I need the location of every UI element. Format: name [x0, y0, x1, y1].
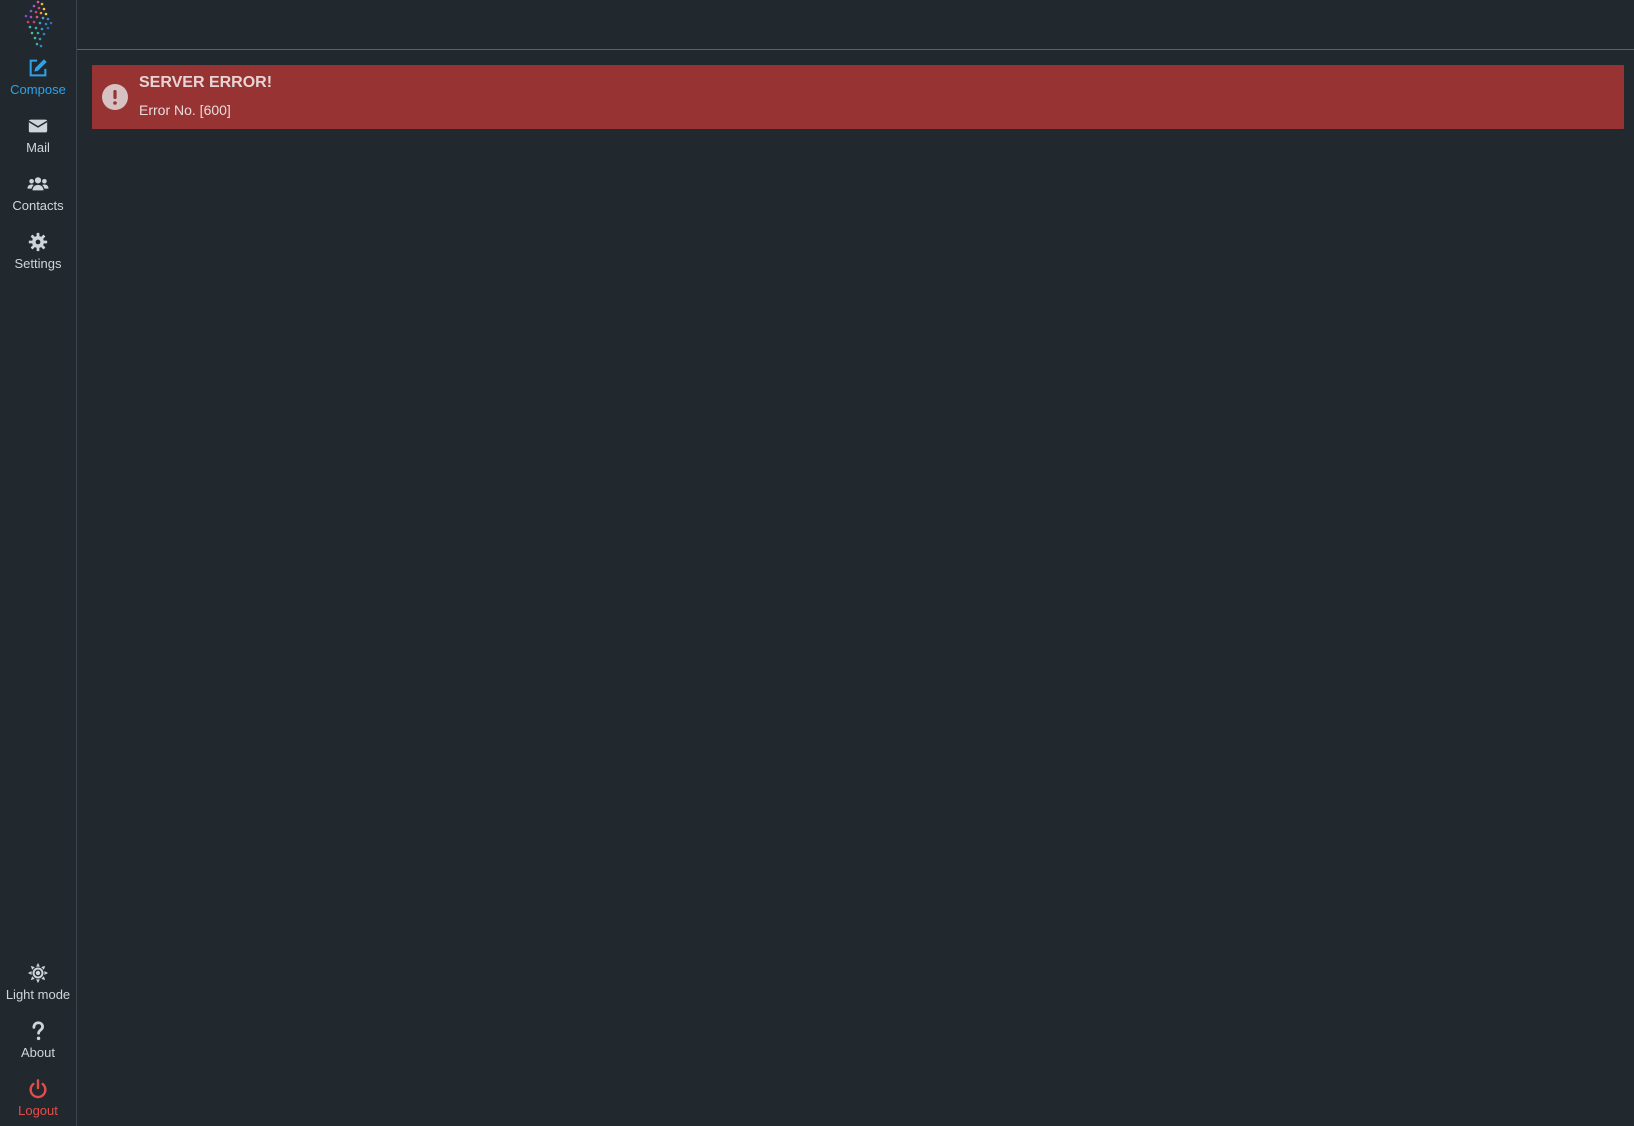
nav-logout-label: Logout: [18, 1103, 58, 1118]
nav-settings-label: Settings: [14, 256, 62, 271]
nav-compose-label: Compose: [10, 82, 66, 97]
nav-contacts[interactable]: Contacts: [0, 173, 76, 229]
edit-icon: [27, 57, 49, 79]
sidebar: Compose Mail Contacts Settings Light mod…: [0, 0, 77, 1126]
nav-light-mode-label: Light mode: [5, 987, 71, 1002]
nav-compose[interactable]: Compose: [0, 57, 76, 113]
nav-about[interactable]: About: [0, 1020, 76, 1076]
power-icon: [27, 1078, 49, 1100]
nav-contacts-label: Contacts: [12, 198, 64, 213]
nav-light-mode[interactable]: Light mode: [0, 962, 76, 1018]
exclamation-circle-icon: [102, 84, 128, 110]
top-bar: [77, 0, 1634, 50]
envelope-icon: [27, 115, 49, 137]
gear-icon: [27, 231, 49, 253]
users-icon: [27, 173, 49, 195]
nav-logout[interactable]: Logout: [0, 1078, 76, 1126]
nav-about-label: About: [21, 1045, 55, 1060]
nav-settings[interactable]: Settings: [0, 231, 76, 287]
nav-mail[interactable]: Mail: [0, 115, 76, 171]
server-error-alert: SERVER ERROR! Error No. [600]: [92, 65, 1624, 129]
app-root: Compose Mail Contacts Settings Light mod…: [0, 0, 1634, 1126]
alert-message: Error No. [600]: [139, 102, 231, 118]
app-logo-icon[interactable]: [18, 0, 58, 48]
question-icon: [27, 1020, 49, 1042]
alert-title: SERVER ERROR!: [139, 74, 273, 91]
sun-icon: [27, 962, 49, 984]
nav-mail-label: Mail: [26, 140, 50, 155]
